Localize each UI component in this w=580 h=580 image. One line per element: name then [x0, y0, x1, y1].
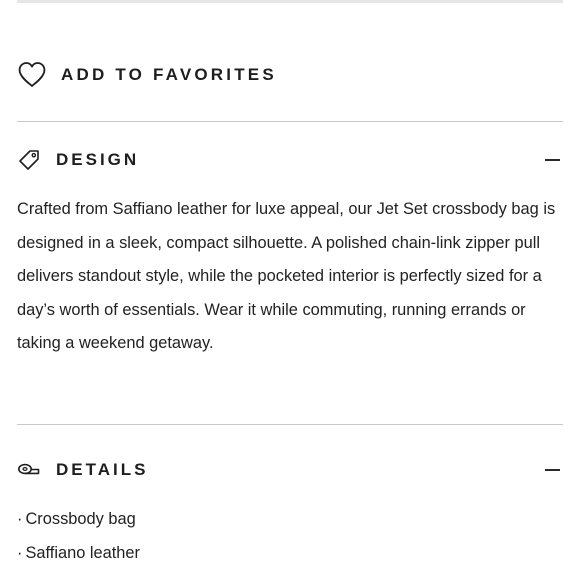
details-section-header[interactable]: DETAILS	[17, 455, 563, 485]
top-divider	[17, 0, 563, 3]
heart-icon	[18, 62, 46, 87]
minus-icon[interactable]	[545, 469, 560, 471]
design-description: Crafted from Saffiano leather for luxe a…	[17, 200, 556, 353]
tag-icon	[19, 150, 39, 170]
divider	[17, 121, 563, 122]
add-to-favorites-label: ADD TO FAVORITES	[61, 65, 277, 84]
product-info-panel: ADD TO FAVORITES DESIGN Crafted from Saf…	[0, 0, 580, 580]
list-item-text: Crossbody bag	[25, 510, 136, 528]
design-section-title: DESIGN	[56, 150, 140, 169]
list-item: · Crossbody bag	[17, 503, 140, 537]
add-to-favorites-button[interactable]: ADD TO FAVORITES	[17, 58, 277, 92]
details-list: · Crossbody bag · Saffiano leather	[17, 503, 140, 570]
minus-icon[interactable]	[545, 159, 560, 161]
list-item: · Saffiano leather	[17, 537, 140, 571]
list-item-text: Saffiano leather	[25, 543, 140, 562]
details-section-title: DETAILS	[56, 460, 149, 479]
design-section-header[interactable]: DESIGN	[17, 145, 563, 175]
bullet: ·	[17, 510, 23, 528]
bullet: ·	[17, 543, 23, 562]
divider	[17, 424, 563, 425]
measuring-tape-icon	[18, 463, 40, 475]
